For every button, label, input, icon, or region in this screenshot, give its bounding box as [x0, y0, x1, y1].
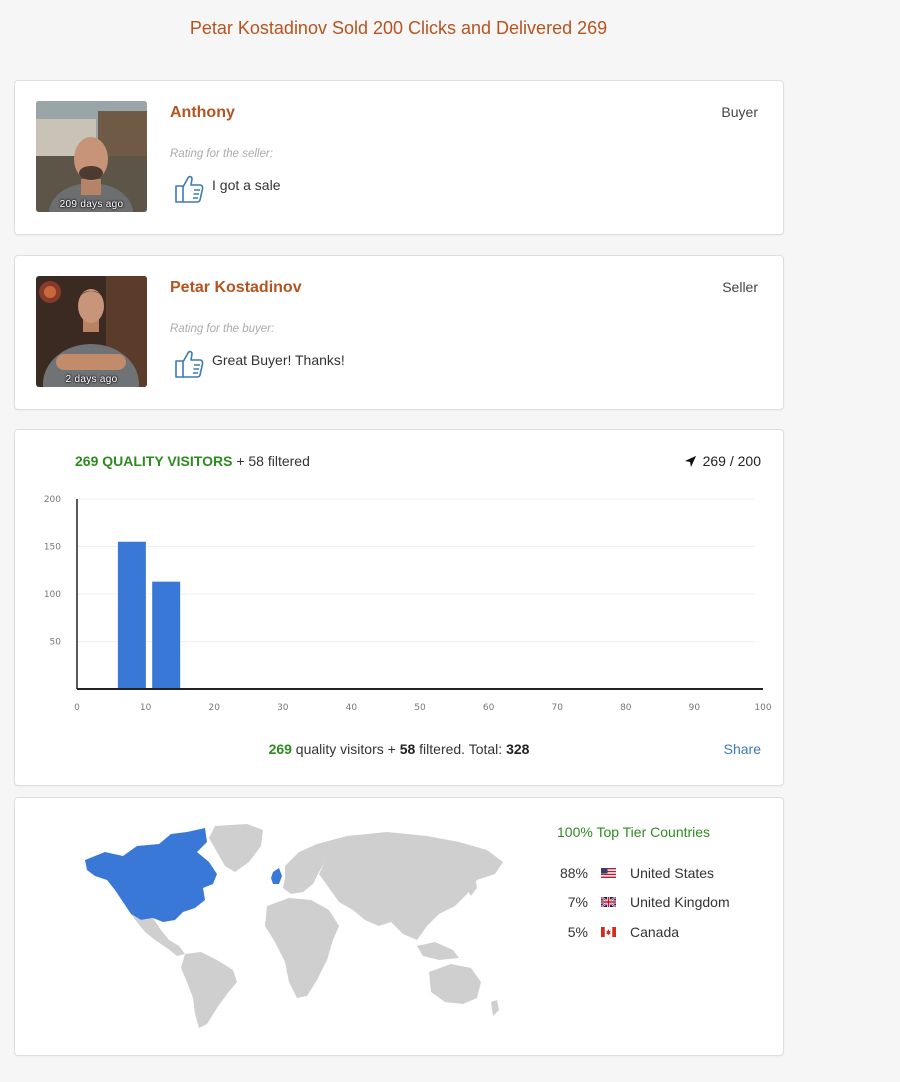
country-pct: 7% [567, 894, 588, 911]
top-tier-label: 100% Top Tier Countries [557, 824, 711, 840]
x-tick-label: 90 [689, 703, 701, 713]
review-text: Great Buyer! Thanks! [212, 352, 345, 368]
review-card-seller: 2 days ago Petar Kostadinov Seller Ratin… [14, 255, 784, 410]
country-pct: 88% [559, 864, 588, 881]
summary-filtered: 58 [399, 741, 416, 757]
us-flag-icon [601, 867, 616, 878]
reviewer-role: Seller [722, 279, 758, 295]
quality-visitors-count: 269 QUALITY VISITORS [75, 453, 233, 469]
avatar[interactable]: 209 days ago [36, 101, 147, 212]
country-list: 88% United States 7% United Kingdom 5% C… [545, 858, 730, 947]
y-tick-label: 100 [44, 590, 61, 600]
country-name: Canada [630, 923, 680, 940]
x-tick-label: 60 [483, 703, 495, 713]
navigation-arrow-icon [684, 455, 696, 467]
x-tick-label: 100 [754, 703, 771, 713]
review-age: 2 days ago [65, 374, 118, 385]
clicks-delivered: 269 / 200 [684, 453, 761, 469]
filtered-count: + 58 filtered [236, 453, 310, 469]
map-region [209, 824, 263, 872]
x-tick-label: 0 [74, 703, 80, 713]
y-tick-label: 150 [44, 543, 61, 553]
avatar-photo [36, 101, 147, 212]
review-text: I got a sale [212, 177, 281, 193]
summary-text: quality visitors + [291, 741, 400, 757]
review-card-buyer: 209 days ago Anthony Buyer Rating for th… [14, 80, 784, 235]
x-tick-label: 70 [551, 703, 563, 713]
page-title: Petar Kostadinov Sold 200 Clicks and Del… [189, 18, 608, 38]
reviewer-name[interactable]: Petar Kostadinov [170, 279, 302, 297]
country-row-uk: 7% United Kingdom [545, 888, 730, 918]
country-name: United States [630, 864, 715, 881]
summary-total: 328 [506, 741, 530, 757]
clicks-ratio: 269 / 200 [702, 453, 761, 469]
map-region-north-america [85, 828, 217, 922]
country-pct: 5% [567, 923, 588, 940]
map-region-uk [271, 868, 282, 884]
country-row-ca: 5% Canada [545, 917, 730, 947]
ca-flag-icon [601, 926, 616, 937]
uk-flag-icon [601, 897, 616, 908]
share-link[interactable]: Share [724, 741, 761, 757]
bar [152, 581, 181, 689]
bar [117, 541, 146, 689]
map-region [181, 952, 237, 1028]
thumbs-up-icon [175, 350, 204, 378]
country-row-us: 88% United States [545, 858, 730, 888]
map-region [417, 942, 459, 960]
visitor-stats-card: 269 QUALITY VISITORS + 58 filtered 269 /… [14, 429, 784, 786]
summary-quality: 269 [268, 741, 292, 757]
rating-label: Rating for the buyer: [170, 323, 275, 335]
thumbs-up-icon [175, 175, 204, 203]
avatar-photo [36, 276, 147, 387]
x-tick-label: 80 [620, 703, 632, 713]
country-name: United Kingdom [630, 894, 730, 911]
map-region [265, 898, 339, 998]
map-region [131, 914, 185, 956]
avatar[interactable]: 2 days ago [36, 276, 147, 387]
reviewer-name[interactable]: Anthony [170, 104, 235, 122]
geo-card: 100% Top Tier Countries 88% United State… [14, 797, 784, 1056]
visitors-bar-chart: 50 100 150 200 0 10 20 30 40 50 60 70 80 90 100 [44, 495, 772, 713]
map-region [429, 964, 481, 1004]
world-map [85, 824, 503, 1028]
reviewer-role: Buyer [721, 104, 758, 120]
x-tick-label: 10 [140, 703, 152, 713]
y-tick-label: 50 [50, 638, 62, 648]
x-tick-label: 20 [208, 703, 220, 713]
summary-text-total: filtered. Total: [415, 741, 507, 757]
visitors-header: 269 QUALITY VISITORS + 58 filtered [75, 453, 310, 469]
review-age: 209 days ago [59, 199, 124, 210]
y-tick-label: 200 [44, 495, 61, 505]
map-region [491, 1000, 499, 1016]
rating-label: Rating for the seller: [170, 148, 273, 160]
x-tick-label: 30 [277, 703, 289, 713]
visitors-summary: 269 quality visitors + 58 filtered. Tota… [15, 741, 783, 757]
x-tick-label: 50 [414, 703, 426, 713]
x-tick-label: 40 [346, 703, 358, 713]
